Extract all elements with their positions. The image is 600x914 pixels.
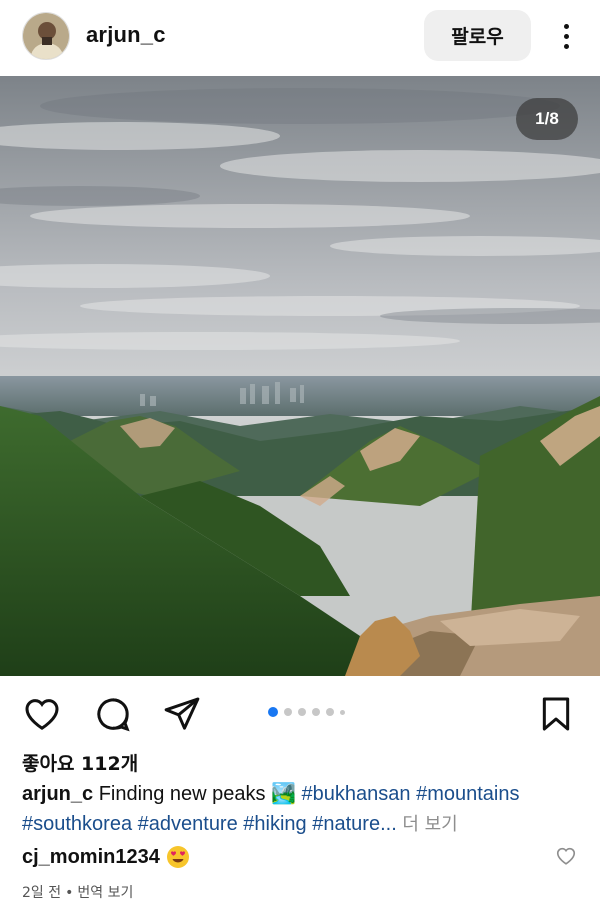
hashtag[interactable]: #hiking (243, 813, 306, 835)
likes-count[interactable]: 좋아요 112개 (22, 749, 138, 776)
post-image[interactable]: 1/8 (0, 76, 600, 676)
caption-emoji: 🏞️ (271, 783, 296, 805)
comment-heart-icon[interactable] (555, 845, 577, 867)
carousel-dot (284, 708, 292, 716)
bookmark-icon[interactable] (536, 694, 576, 734)
caption-ellipsis: ... (380, 813, 397, 835)
follow-button[interactable]: 팔로우 (424, 10, 531, 61)
caption-text: Finding new peaks (98, 783, 266, 805)
action-bar (0, 676, 600, 748)
avatar[interactable] (22, 12, 70, 60)
carousel-dot (312, 708, 320, 716)
heart-icon[interactable] (22, 694, 62, 734)
carousel-dot (298, 708, 306, 716)
carousel-dot (268, 707, 278, 717)
hashtag[interactable]: #southkorea (22, 813, 132, 835)
username[interactable]: arjun_c (86, 22, 166, 48)
hashtag[interactable]: #adventure (138, 813, 238, 835)
send-icon[interactable] (162, 694, 202, 734)
post-time: 2일 전 (22, 885, 62, 901)
hashtag[interactable]: #bukhansan (302, 783, 411, 805)
more-vertical-icon[interactable] (550, 16, 582, 56)
post-header: arjun_c 팔로우 (0, 0, 600, 76)
meta-separator: • (65, 885, 74, 901)
comment-username[interactable]: cj_momin1234 (22, 846, 160, 869)
carousel-indicator (268, 707, 345, 717)
heart-eyes-emoji (166, 845, 190, 869)
comment-row: cj_momin1234 (22, 845, 190, 869)
carousel-dot (326, 708, 334, 716)
more-link[interactable]: 더 보기 (402, 814, 457, 835)
hashtag[interactable]: #mountains (416, 783, 519, 805)
post-caption: arjun_c Finding new peaks 🏞️ #bukhansan … (22, 779, 582, 840)
caption-username[interactable]: arjun_c (22, 783, 93, 805)
post-meta: 2일 전 • 번역 보기 (22, 882, 133, 902)
image-counter: 1/8 (516, 98, 578, 140)
hashtag[interactable]: #nature (312, 813, 380, 835)
translate-link[interactable]: 번역 보기 (77, 885, 133, 901)
comment-icon[interactable] (93, 694, 133, 734)
carousel-dot (340, 709, 345, 715)
